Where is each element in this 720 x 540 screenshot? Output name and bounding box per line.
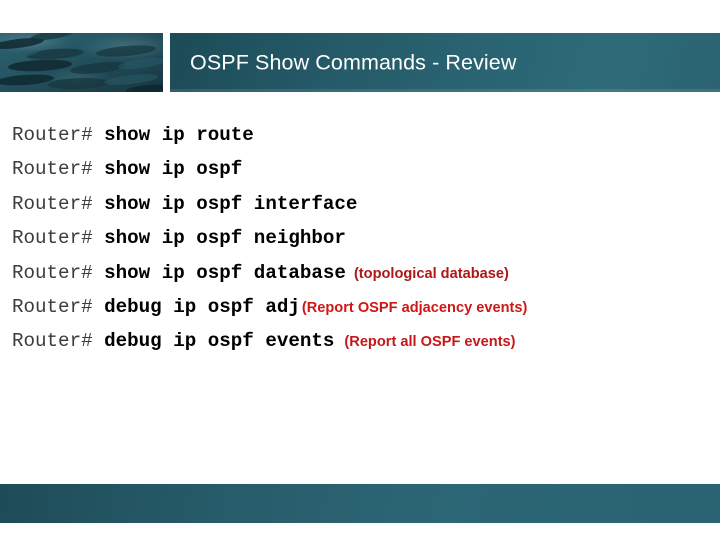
underwater-fish-school-photo: [0, 33, 163, 92]
command-line: Router# debug ip ospf adj (Report OSPF ad…: [12, 290, 712, 324]
command-annotation: (Report all OSPF events): [344, 334, 516, 351]
router-prompt: Router#: [12, 192, 105, 215]
command-text: show ip route: [104, 124, 254, 146]
command-text: show ip ospf interface: [104, 192, 358, 215]
command-line: Router# show ip route: [12, 118, 712, 152]
router-prompt: Router#: [12, 330, 105, 353]
slide-header-band: OSPF Show Commands - Review: [0, 33, 720, 92]
slide-canvas: OSPF Show Commands - Review Router# show…: [0, 0, 720, 540]
command-line: Router# debug ip ospf events (Report all …: [12, 324, 712, 358]
slide-footer-band: [0, 484, 720, 523]
command-line: Router# show ip ospf: [12, 152, 712, 186]
command-list: Router# show ip route Router# show ip os…: [12, 118, 712, 359]
command-line: Router# show ip ospf database (topologica…: [12, 256, 712, 290]
command-annotation: (topological database): [353, 265, 509, 282]
router-prompt: Router#: [12, 227, 105, 250]
command-text: show ip ospf: [104, 158, 243, 181]
command-text: debug ip ospf events: [104, 330, 335, 353]
router-prompt: Router#: [12, 295, 105, 318]
command-line: Router# show ip ospf neighbor: [12, 221, 712, 255]
command-line: Router# show ip ospf interface: [12, 187, 712, 221]
router-prompt: Router#: [12, 158, 105, 181]
router-prompt: Router#: [12, 261, 105, 284]
slide-title-bar: OSPF Show Commands - Review: [170, 33, 720, 92]
router-prompt: Router#: [12, 124, 105, 146]
command-text: debug ip ospf adj: [104, 295, 300, 318]
page-title: OSPF Show Commands - Review: [190, 49, 517, 74]
command-annotation: (Report OSPF adjacency events): [301, 299, 528, 316]
command-text: show ip ospf database: [104, 261, 346, 284]
command-text: show ip ospf neighbor: [104, 227, 346, 250]
